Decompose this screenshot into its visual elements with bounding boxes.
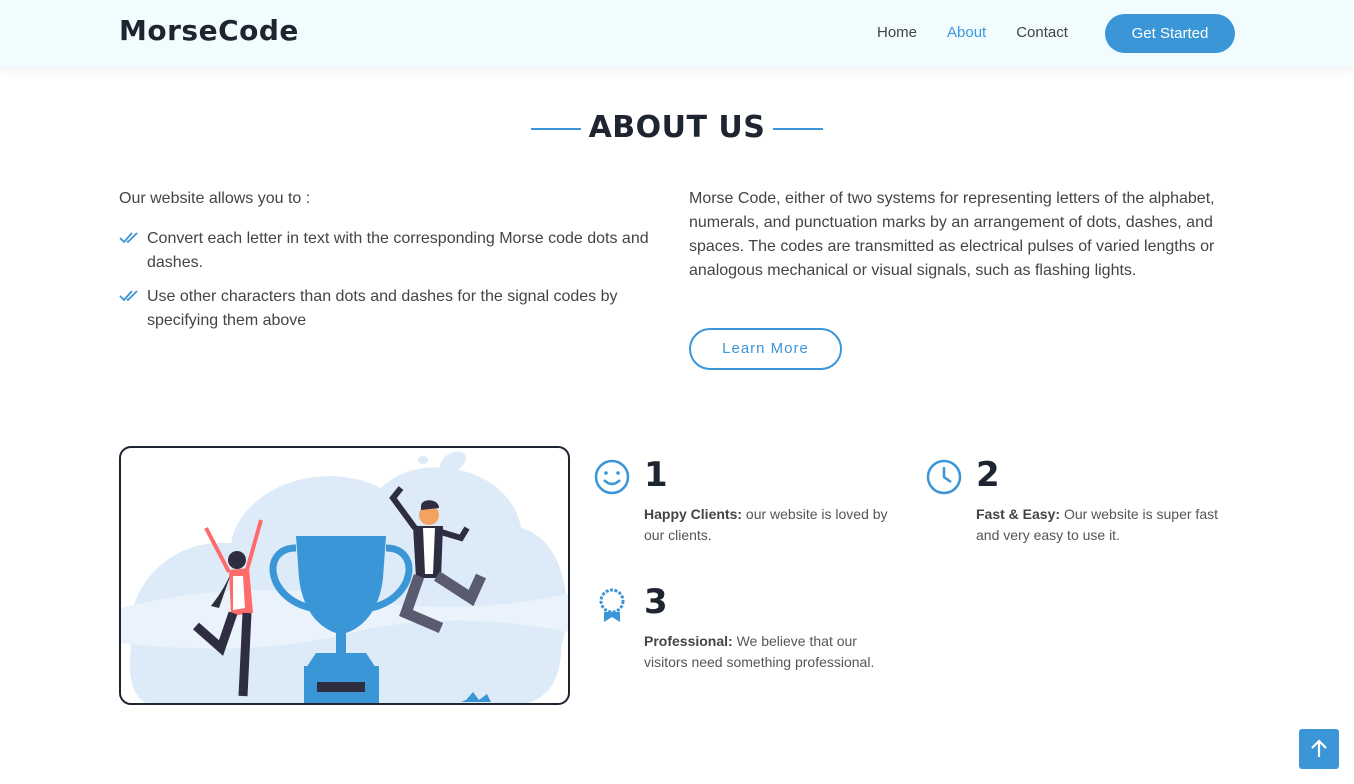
title-line-right xyxy=(773,128,823,130)
main-nav: Home About Contact xyxy=(877,22,1098,44)
nav-home[interactable]: Home xyxy=(877,22,917,44)
double-check-icon xyxy=(119,290,138,302)
count-description: Professional: We believe that our visito… xyxy=(644,631,899,673)
count-label: Happy Clients: xyxy=(644,506,743,522)
list-item-text: Use other characters than dots and dashe… xyxy=(147,288,618,329)
intro-text: Our website allows you to : xyxy=(119,190,311,207)
logo[interactable]: MorseCode xyxy=(119,14,299,47)
clock-icon xyxy=(926,459,962,495)
count-description: Fast & Easy: Our website is super fast a… xyxy=(976,504,1231,546)
nav-contact[interactable]: Contact xyxy=(1016,22,1068,44)
site-header: MorseCode Home About Contact Get Started xyxy=(0,0,1354,67)
count-label: Professional: xyxy=(644,633,733,649)
learn-more-button[interactable]: Learn More xyxy=(689,328,842,370)
count-description: Happy Clients: our website is loved by o… xyxy=(644,504,899,546)
arrow-up-icon xyxy=(1311,739,1327,757)
award-icon xyxy=(599,588,625,622)
list-item-text: Convert each letter in text with the cor… xyxy=(147,230,649,271)
nav-about[interactable]: About xyxy=(947,22,986,44)
count-number: 2 xyxy=(976,455,1000,495)
trophy-illustration xyxy=(121,451,568,703)
double-check-icon xyxy=(119,232,138,244)
list-item: Use other characters than dots and dashe… xyxy=(119,285,659,333)
count-number: 1 xyxy=(644,455,668,495)
celebration-illustration xyxy=(119,446,570,705)
list-item: Convert each letter in text with the cor… xyxy=(119,227,659,275)
about-paragraph: Morse Code, either of two systems for re… xyxy=(689,190,1215,279)
get-started-button[interactable]: Get Started xyxy=(1105,14,1235,53)
section-title: ABOUT US xyxy=(588,110,766,145)
back-to-top-button[interactable] xyxy=(1299,729,1339,769)
feature-list: Convert each letter in text with the cor… xyxy=(119,227,659,343)
count-label: Fast & Easy: xyxy=(976,506,1061,522)
smile-icon xyxy=(594,459,630,495)
count-number: 3 xyxy=(644,582,668,622)
